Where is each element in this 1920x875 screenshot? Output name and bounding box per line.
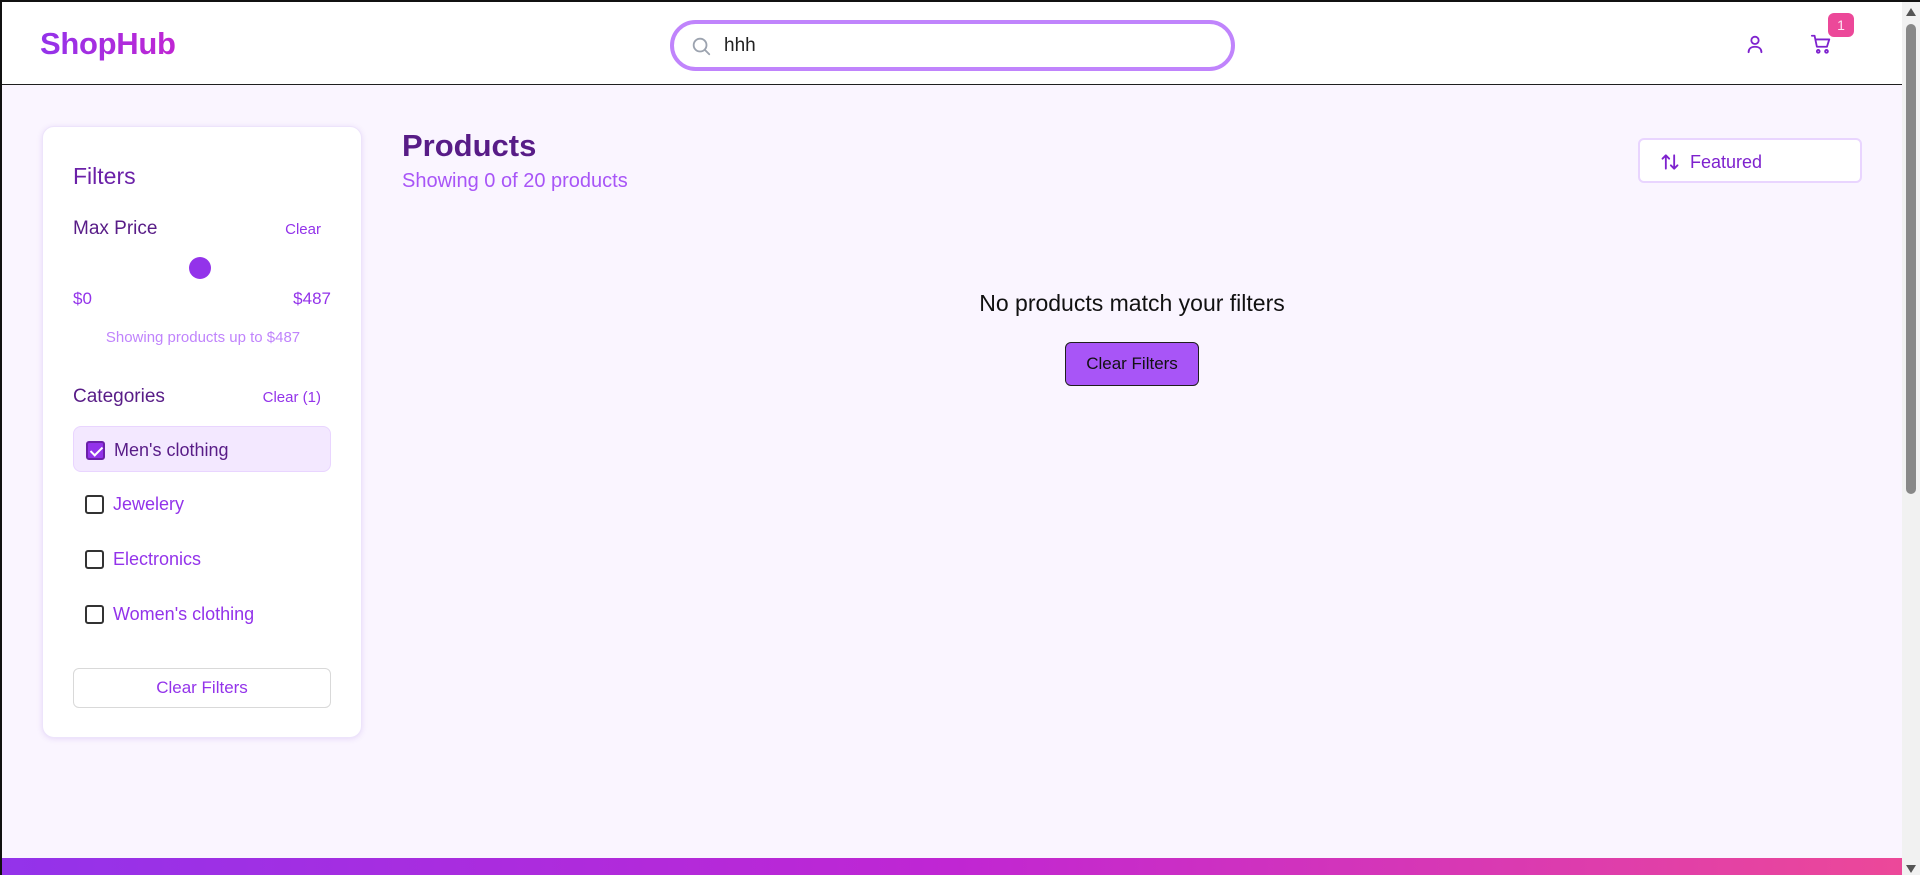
clear-filters-button[interactable]: Clear Filters <box>1065 342 1199 386</box>
category-label: Electronics <box>113 549 202 569</box>
sort-label: Featured <box>1690 152 1763 172</box>
cart-icon <box>1810 34 1831 54</box>
logo[interactable]: ShopHub <box>40 26 176 62</box>
sidebar-clear-filters-button[interactable]: Clear Filters <box>73 668 331 708</box>
page-title: Products <box>402 128 537 163</box>
category-mens-clothing[interactable]: Men's clothing <box>73 426 331 472</box>
filters-panel: Filters Max Price Clear $0 $487 Showing … <box>42 126 362 738</box>
user-icon <box>1747 35 1763 53</box>
account-button[interactable] <box>1742 32 1768 58</box>
checkbox[interactable] <box>85 605 104 624</box>
price-min-label: $0 <box>73 289 92 308</box>
clear-price-button[interactable]: Clear <box>285 221 321 238</box>
price-slider-thumb[interactable] <box>189 257 211 279</box>
scrollbar[interactable] <box>1902 2 1920 875</box>
filters-title: Filters <box>73 163 136 189</box>
scroll-thumb[interactable] <box>1906 24 1916 494</box>
price-note: Showing products up to $487 <box>105 329 301 346</box>
price-max-label: $487 <box>293 289 331 308</box>
max-price-title: Max Price <box>73 218 158 239</box>
checkbox[interactable] <box>85 550 104 569</box>
checkbox[interactable] <box>85 495 104 514</box>
cart-count-badge: 1 <box>1828 13 1854 37</box>
scroll-down-icon[interactable] <box>1906 865 1916 873</box>
footer-gradient-bar <box>2 858 1902 875</box>
empty-state-message: No products match your filters <box>979 290 1285 316</box>
category-label: Women's clothing <box>113 604 255 624</box>
category-jewelery[interactable]: Jewelery <box>73 481 331 527</box>
category-label: Jewelery <box>113 494 185 514</box>
header: ShopHub 1 <box>2 2 1902 85</box>
checkbox-checked[interactable] <box>86 441 105 460</box>
search-icon <box>692 37 711 56</box>
search-bar[interactable] <box>670 20 1235 71</box>
scroll-up-icon[interactable] <box>1906 8 1916 16</box>
category-label: Men's clothing <box>114 440 229 460</box>
categories-title: Categories <box>73 386 165 407</box>
sort-icon <box>1661 154 1679 170</box>
search-input[interactable] <box>724 30 1204 62</box>
clear-categories-button[interactable]: Clear (1) <box>263 389 321 406</box>
sort-dropdown[interactable]: Featured <box>1638 138 1862 183</box>
category-womens-clothing[interactable]: Women's clothing <box>73 591 331 637</box>
results-count: Showing 0 of 20 products <box>402 170 628 192</box>
category-electronics[interactable]: Electronics <box>73 536 331 582</box>
